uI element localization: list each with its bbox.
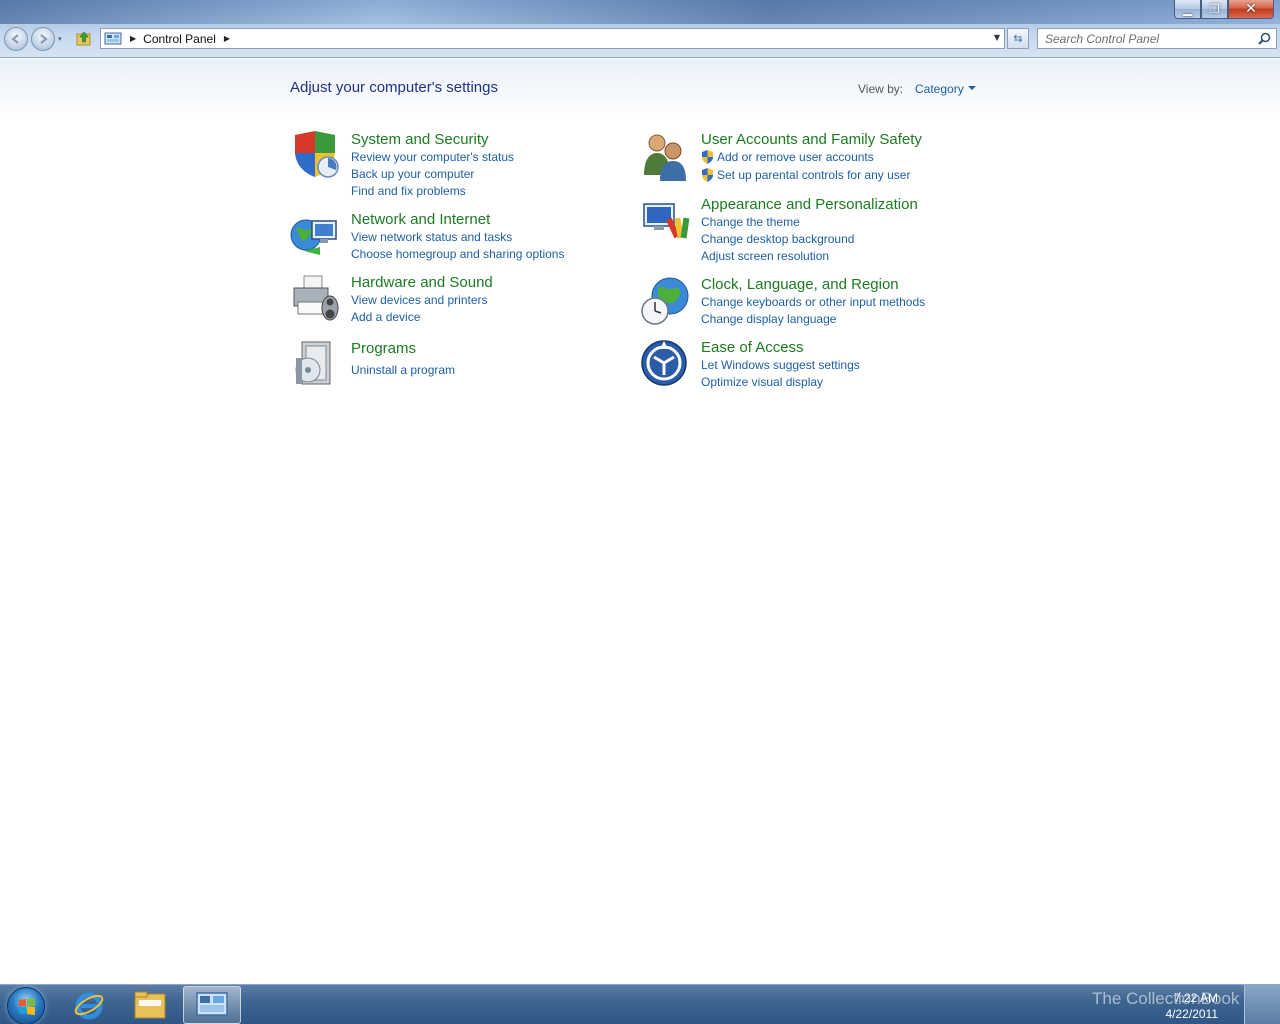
programs-link[interactable]: Programs bbox=[351, 340, 416, 357]
windows-logo-icon bbox=[19, 998, 35, 1015]
category-clock-language-region: Clock, Language, and Region Change keybo… bbox=[640, 276, 980, 328]
back-arrow-icon bbox=[11, 34, 19, 44]
forward-arrow-icon bbox=[40, 34, 48, 44]
parental-controls-link[interactable]: Set up parental controls for any user bbox=[717, 168, 910, 182]
appearance-and-personalization-link[interactable]: Appearance and Personalization bbox=[701, 196, 918, 213]
breadcrumb-separator[interactable]: ▶ bbox=[224, 34, 230, 43]
view-network-status-link[interactable]: View network status and tasks bbox=[351, 230, 512, 244]
view-by-label: View by: bbox=[858, 82, 904, 96]
category-hardware-and-sound: Hardware and Sound View devices and prin… bbox=[290, 274, 620, 324]
search-icon[interactable] bbox=[1258, 32, 1271, 45]
up-folder-icon[interactable] bbox=[76, 30, 92, 46]
search-input[interactable] bbox=[1038, 29, 1248, 48]
system-and-security-link[interactable]: System and Security bbox=[351, 131, 489, 148]
view-by-dropdown[interactable]: Category bbox=[915, 82, 964, 96]
ease-of-access-icon bbox=[641, 340, 687, 386]
ease-of-access-link[interactable]: Ease of Access bbox=[701, 339, 804, 356]
back-up-computer-link[interactable]: Back up your computer bbox=[351, 167, 474, 181]
view-devices-and-printers-link[interactable]: View devices and printers bbox=[351, 293, 488, 307]
control-panel-content: Adjust your computer's settings View by:… bbox=[0, 59, 1280, 984]
shield-icon bbox=[295, 131, 339, 178]
choose-homegroup-link[interactable]: Choose homegroup and sharing options bbox=[351, 247, 564, 261]
change-display-language-link[interactable]: Change display language bbox=[701, 312, 836, 326]
window-titlebar: ▁ ❐ ✕ ▾ ▶ Control Panel ▶ ▼ ⇆ bbox=[0, 0, 1280, 58]
close-button[interactable]: ✕ bbox=[1228, 0, 1274, 19]
address-dropdown-button[interactable]: ▼ bbox=[994, 33, 1000, 42]
adjust-screen-resolution-link[interactable]: Adjust screen resolution bbox=[701, 249, 829, 263]
clock-globe-icon bbox=[641, 277, 689, 325]
category-programs: Programs Uninstall a program bbox=[290, 340, 620, 390]
minimize-button[interactable]: ▁ bbox=[1174, 0, 1201, 19]
clock-time[interactable]: 7:22 AM bbox=[1174, 991, 1218, 1005]
let-windows-suggest-settings-link[interactable]: Let Windows suggest settings bbox=[701, 358, 860, 372]
category-user-accounts: User Accounts and Family Safety Add or r… bbox=[640, 131, 980, 182]
add-a-device-link[interactable]: Add a device bbox=[351, 310, 420, 324]
back-button[interactable] bbox=[4, 27, 28, 51]
maximize-button[interactable]: ❐ bbox=[1201, 0, 1228, 19]
uninstall-a-program-link[interactable]: Uninstall a program bbox=[351, 363, 455, 377]
user-accounts-link[interactable]: User Accounts and Family Safety bbox=[701, 131, 922, 148]
users-icon bbox=[644, 134, 686, 181]
uac-shield-icon bbox=[702, 168, 713, 182]
caption-buttons: ▁ ❐ ✕ bbox=[1174, 0, 1274, 19]
taskbar-control-panel[interactable] bbox=[183, 986, 241, 1024]
programs-icon bbox=[295, 341, 331, 385]
recent-pages-button[interactable]: ▾ bbox=[58, 35, 62, 43]
uac-shield-icon bbox=[702, 150, 713, 164]
optimize-visual-display-link[interactable]: Optimize visual display bbox=[701, 375, 823, 389]
taskbar-internet-explorer[interactable] bbox=[60, 986, 118, 1024]
review-computer-status-link[interactable]: Review your computer's status bbox=[351, 150, 514, 164]
category-appearance-and-personalization: Appearance and Personalization Change th… bbox=[640, 196, 980, 266]
page-title: Adjust your computer's settings bbox=[290, 79, 498, 96]
control-panel-icon bbox=[104, 32, 122, 44]
category-system-and-security: System and Security Review your computer… bbox=[290, 131, 620, 201]
start-button[interactable] bbox=[7, 987, 45, 1024]
forward-button[interactable] bbox=[31, 27, 55, 51]
change-desktop-background-link[interactable]: Change desktop background bbox=[701, 232, 854, 246]
taskbar: The CollectionBook 7:22 AM 4/22/2011 bbox=[0, 984, 1280, 1024]
change-keyboards-link[interactable]: Change keyboards or other input methods bbox=[701, 295, 925, 309]
category-network-and-internet: Network and Internet View network status… bbox=[290, 211, 620, 261]
printer-icon bbox=[293, 275, 339, 321]
address-bar[interactable]: ▶ Control Panel ▶ ▼ bbox=[100, 28, 1005, 49]
clock-language-region-link[interactable]: Clock, Language, and Region bbox=[701, 276, 899, 293]
folder-icon bbox=[134, 991, 166, 1019]
hardware-and-sound-link[interactable]: Hardware and Sound bbox=[351, 274, 493, 291]
add-remove-user-accounts-link[interactable]: Add or remove user accounts bbox=[717, 150, 874, 164]
chevron-down-icon[interactable] bbox=[968, 86, 976, 90]
show-desktop-button[interactable] bbox=[1244, 985, 1280, 1024]
control-panel-icon bbox=[196, 992, 228, 1016]
appearance-icon bbox=[643, 203, 690, 239]
taskbar-windows-explorer[interactable] bbox=[121, 986, 179, 1024]
internet-explorer-icon bbox=[74, 992, 104, 1020]
find-and-fix-problems-link[interactable]: Find and fix problems bbox=[351, 184, 466, 198]
change-the-theme-link[interactable]: Change the theme bbox=[701, 215, 800, 229]
network-icon bbox=[290, 219, 337, 255]
search-box[interactable] bbox=[1037, 28, 1277, 49]
refresh-button[interactable]: ⇆ bbox=[1007, 28, 1029, 49]
category-ease-of-access: Ease of Access Let Windows suggest setti… bbox=[640, 339, 980, 391]
network-and-internet-link[interactable]: Network and Internet bbox=[351, 211, 490, 228]
breadcrumb-control-panel[interactable]: Control Panel bbox=[143, 32, 216, 46]
clock-date[interactable]: 4/22/2011 bbox=[1166, 1007, 1219, 1021]
breadcrumb-separator[interactable]: ▶ bbox=[130, 34, 136, 43]
